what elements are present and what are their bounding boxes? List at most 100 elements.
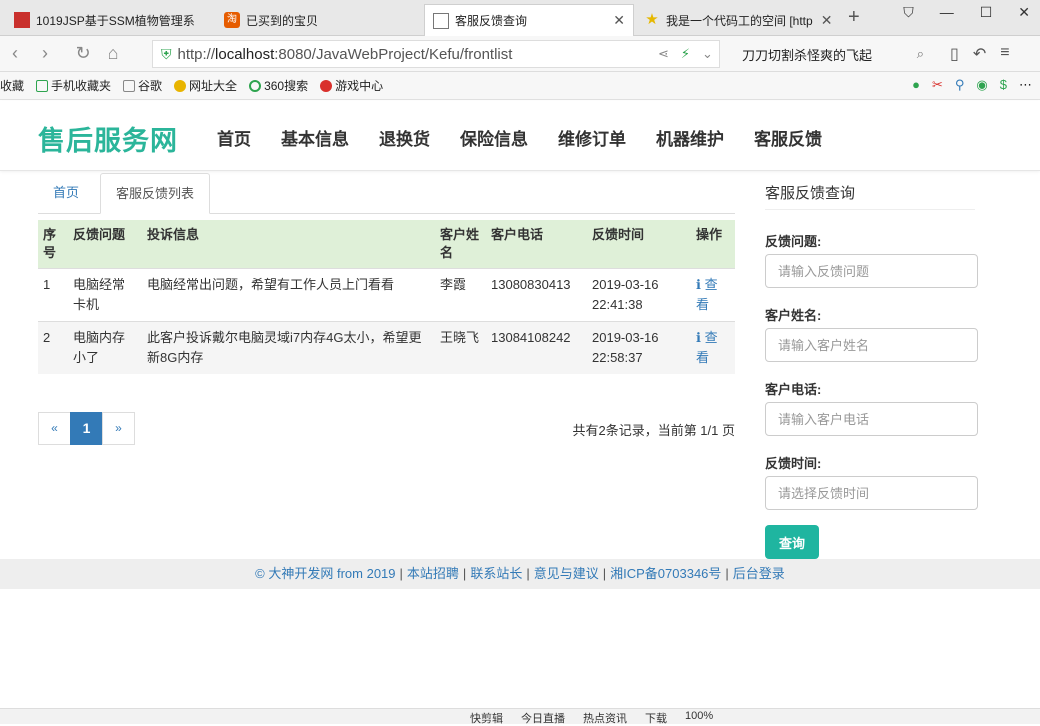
footer-link-contact[interactable]: 联系站长: [470, 566, 522, 581]
extension-green-icon[interactable]: ●: [912, 77, 920, 93]
bookmark-mobile[interactable]: 手机收藏夹: [36, 77, 111, 94]
forward-icon[interactable]: ›: [30, 43, 60, 64]
reload-icon[interactable]: ↻: [68, 43, 98, 64]
record-count: 共有2条记录，当前第 1/1 页: [572, 423, 735, 438]
pagination: « 1 »: [38, 412, 135, 445]
field-label-name: 客户姓名:: [765, 308, 822, 323]
next-page-button[interactable]: »: [102, 412, 135, 445]
customer-name-input[interactable]: [765, 328, 978, 362]
cell-time: 2019-03-16 22:58:37: [587, 321, 691, 374]
close-window-icon[interactable]: ✕: [1018, 4, 1030, 21]
view-link[interactable]: ℹ 查看: [696, 277, 718, 312]
search-icon[interactable]: ⌕: [917, 46, 924, 62]
cell-question: 电脑经常卡机: [68, 268, 142, 322]
nav-insurance[interactable]: 保险信息: [445, 125, 543, 150]
undo-icon[interactable]: ↶: [973, 44, 986, 64]
browser-tab-label: 1019JSP基于SSM植物管理系: [36, 13, 195, 28]
customer-phone-input[interactable]: [765, 402, 978, 436]
divider: |: [725, 566, 729, 581]
browser-tab-4[interactable]: ★ 我是一个代码工的空间 [http ✕: [636, 4, 842, 36]
cell-action: ℹ 查看: [691, 268, 735, 322]
bookmark-label: 手机收藏夹: [51, 79, 112, 93]
table-row: 1 电脑经常卡机 电脑经常出问题，希望有工作人员上门看看 李霞 13080830…: [38, 268, 735, 322]
home-icon[interactable]: ⌂: [98, 43, 128, 64]
page-1-button[interactable]: 1: [70, 412, 103, 445]
magnifier-icon[interactable]: ⚲: [955, 77, 965, 93]
shirt-icon[interactable]: ⛉: [903, 4, 914, 21]
menu-icon[interactable]: ≡: [1000, 44, 1009, 64]
money-icon[interactable]: $: [1000, 77, 1007, 93]
search-input[interactable]: 刀刀切割杀怪爽的飞起 ⌕: [732, 40, 932, 68]
tab-feedback-list[interactable]: 客服反馈列表: [100, 173, 211, 214]
column-header: 操作: [691, 220, 735, 269]
cell-no: 2: [38, 321, 68, 374]
prev-page-button[interactable]: «: [38, 412, 71, 445]
footer-link-jobs[interactable]: 本站招聘: [407, 566, 459, 581]
phone-icon[interactable]: ▯: [950, 44, 959, 64]
bookmark-games[interactable]: 游戏中心: [320, 77, 383, 94]
view-link[interactable]: ℹ 查看: [696, 330, 718, 365]
cell-question: 电脑内存小了: [68, 321, 142, 374]
divider: |: [526, 566, 530, 581]
new-tab-icon[interactable]: +: [848, 6, 860, 29]
browser-tab-label: 我是一个代码工的空间 [http: [666, 13, 813, 28]
nav-repair-orders[interactable]: 维修订单: [543, 125, 641, 150]
bookmark-favorites[interactable]: 收藏: [0, 77, 24, 94]
browser-tools: ▯ ↶ ≡: [950, 44, 1010, 64]
bookmark-sites[interactable]: 网址大全: [174, 77, 237, 94]
column-header: 序号: [38, 220, 68, 269]
bookmark-360[interactable]: 360搜索: [249, 77, 308, 94]
site-header: 售后服务网 首页 基本信息 退换货 保险信息 维修订单 机器维护 客服反馈: [0, 101, 1040, 171]
cell-name: 李霞: [435, 268, 486, 322]
globe-icon: [174, 79, 187, 92]
footer-link-admin-login[interactable]: 后台登录: [733, 566, 785, 581]
minimize-icon[interactable]: —: [940, 4, 954, 21]
nav-returns[interactable]: 退换货: [364, 125, 445, 150]
nav-home[interactable]: 首页: [202, 125, 266, 150]
bookmarks-bar: 收藏 手机收藏夹 谷歌 网址大全 360搜索 游戏中心 ● ✂ ⚲ ◉ $ ⋯: [0, 72, 1040, 100]
query-button[interactable]: 查询: [765, 525, 819, 559]
content-tabs: 首页 客服反馈列表: [38, 173, 735, 214]
cell-phone: 13080830413: [486, 268, 587, 322]
cell-info: 此客户投诉戴尔电脑灵域i7内存4G太小，希望更新8G内存: [142, 321, 435, 374]
close-tab-icon[interactable]: ✕: [613, 12, 625, 29]
tab-home[interactable]: 首页: [38, 173, 94, 214]
browser-tab-strip: 1019JSP基于SSM植物管理系 淘 已买到的宝贝 客服反馈查询 ✕ ★ 我是…: [0, 0, 1040, 36]
url-actions: ⋖ ⚡ ⌄: [658, 46, 713, 62]
info-icon: ℹ: [696, 277, 701, 292]
chevron-down-icon[interactable]: ⌄: [702, 46, 713, 62]
footer-copyright[interactable]: © 大神开发网 from 2019: [255, 566, 395, 581]
browser-tab-2[interactable]: 淘 已买到的宝贝: [216, 4, 416, 36]
table-row: 2 电脑内存小了 此客户投诉戴尔电脑灵域i7内存4G太小，希望更新8G内存 王晓…: [38, 321, 735, 374]
column-header: 反馈问题: [68, 220, 142, 269]
mobile-icon: [36, 79, 49, 92]
close-tab-icon[interactable]: ✕: [821, 12, 833, 29]
bookmark-google[interactable]: 谷歌: [123, 77, 162, 94]
back-icon[interactable]: ‹: [0, 43, 30, 64]
cell-action: ℹ 查看: [691, 321, 735, 374]
more-icon[interactable]: ⋯: [1019, 77, 1032, 93]
question-input[interactable]: [765, 254, 978, 288]
url-host: localhost: [215, 45, 275, 63]
maximize-icon[interactable]: ☐: [980, 4, 993, 21]
share-icon[interactable]: ⋖: [658, 46, 669, 62]
feedback-table: 序号 反馈问题 投诉信息 客户姓名 客户电话 反馈时间 操作 1 电脑经常卡机 …: [38, 220, 735, 374]
field-label-phone: 客户电话:: [765, 382, 822, 397]
nav-maintenance[interactable]: 机器维护: [641, 125, 739, 150]
table-header-row: 序号 反馈问题 投诉信息 客户姓名 客户电话 反馈时间 操作: [38, 220, 735, 269]
browser-tab-3[interactable]: 客服反馈查询 ✕: [424, 4, 634, 36]
lightning-icon[interactable]: ⚡: [681, 46, 690, 62]
site-logo[interactable]: 售后服务网: [38, 119, 178, 158]
nav-basic-info[interactable]: 基本信息: [266, 125, 364, 150]
nav-feedback[interactable]: 客服反馈: [739, 125, 837, 150]
divider: |: [399, 566, 403, 581]
url-input[interactable]: ⛨ http://localhost:8080/JavaWebProject/K…: [152, 40, 720, 68]
feedback-time-input[interactable]: [765, 476, 978, 510]
footer-link-icp[interactable]: 湘ICP备0703346号: [610, 566, 721, 581]
url-path: :8080/JavaWebProject/Kefu/frontlist: [274, 45, 513, 63]
footer-link-suggestions[interactable]: 意见与建议: [534, 566, 599, 581]
browser-tab-1[interactable]: 1019JSP基于SSM植物管理系: [6, 4, 212, 36]
gamepad-icon[interactable]: ◉: [976, 77, 987, 93]
cell-info: 电脑经常出问题，希望有工作人员上门看看: [142, 268, 435, 322]
scissors-icon[interactable]: ✂: [932, 77, 943, 93]
